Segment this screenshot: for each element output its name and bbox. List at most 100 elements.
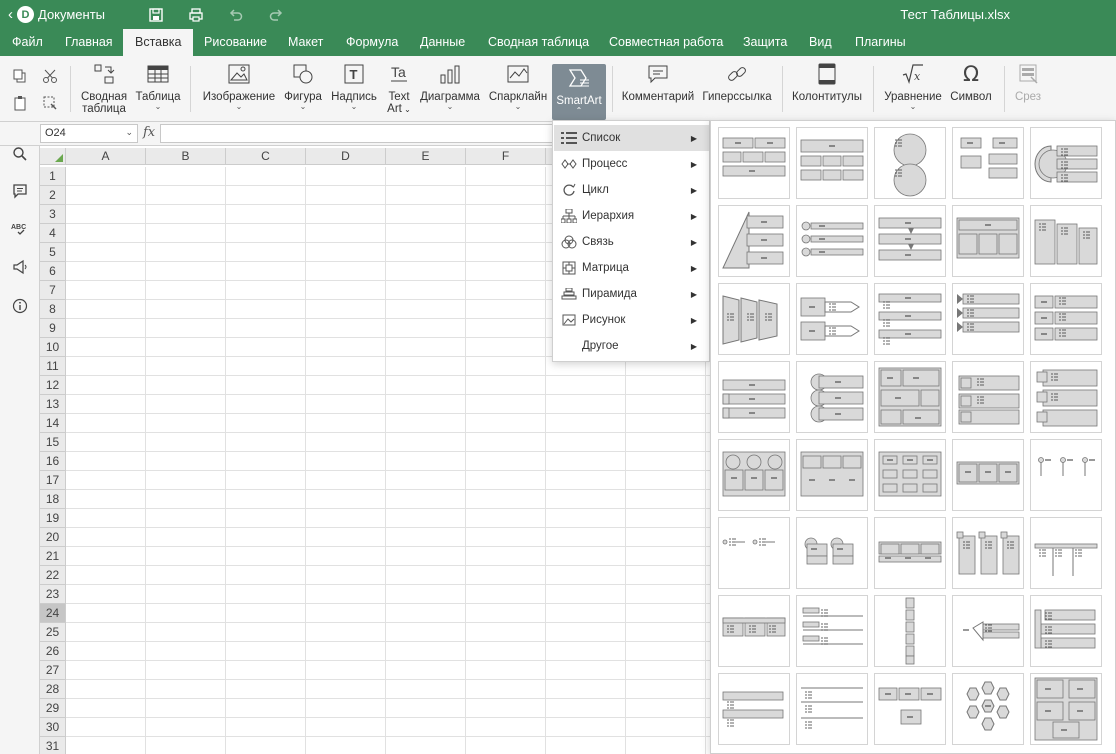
undo-icon[interactable] [226, 5, 246, 25]
row-header[interactable]: 15 [40, 433, 66, 452]
shape-button[interactable]: Фигура ⌄ [281, 62, 325, 118]
smartart-layout-thumbnail[interactable] [874, 517, 946, 589]
column-header[interactable]: C [226, 148, 306, 165]
smartart-layout-thumbnail[interactable] [874, 361, 946, 433]
smartart-layout-thumbnail[interactable] [796, 361, 868, 433]
smartart-menu-item-picture[interactable]: Рисунок ▶ [554, 307, 709, 333]
column-header[interactable]: B [146, 148, 226, 165]
column-header[interactable]: A [66, 148, 146, 165]
row-header[interactable]: 31 [40, 737, 66, 754]
smartart-layout-thumbnail[interactable] [952, 439, 1024, 511]
smartart-layout-thumbnail[interactable] [1030, 439, 1102, 511]
save-icon[interactable] [146, 5, 166, 25]
equation-button[interactable]: x Уравнение ⌄ [882, 62, 944, 118]
smartart-layout-thumbnail[interactable] [952, 205, 1024, 277]
smartart-layout-thumbnail[interactable] [718, 127, 790, 199]
row-header[interactable]: 30 [40, 718, 66, 737]
row-header[interactable]: 22 [40, 566, 66, 585]
row-header[interactable]: 16 [40, 452, 66, 471]
row-header[interactable]: 26 [40, 642, 66, 661]
smartart-layout-thumbnail[interactable] [796, 673, 868, 745]
slicer-button[interactable]: Срез [1010, 62, 1046, 118]
tab-pivot-table[interactable]: Сводная таблица [476, 29, 601, 56]
smartart-menu-item-cycle[interactable]: Цикл ▶ [554, 177, 709, 203]
smartart-layout-thumbnail[interactable] [874, 439, 946, 511]
smartart-layout-thumbnail[interactable] [1030, 205, 1102, 277]
fx-icon[interactable]: fx [143, 125, 155, 140]
smartart-layout-thumbnail[interactable] [718, 673, 790, 745]
textbox-button[interactable]: T Надпись ⌄ [329, 62, 379, 118]
column-header[interactable]: D [306, 148, 386, 165]
comment-button[interactable]: Комментарий [621, 62, 695, 118]
row-header[interactable]: 7 [40, 281, 66, 300]
row-header[interactable]: 3 [40, 205, 66, 224]
smartart-layout-thumbnail[interactable] [952, 127, 1024, 199]
smartart-layout-thumbnail[interactable] [796, 283, 868, 355]
smartart-layout-thumbnail[interactable] [796, 127, 868, 199]
select-all-corner[interactable] [40, 148, 66, 165]
text-art-button[interactable]: Ta Text Art ⌄ [382, 62, 416, 118]
tab-data[interactable]: Данные [408, 29, 477, 56]
smartart-layout-thumbnail[interactable] [874, 283, 946, 355]
smartart-layout-thumbnail[interactable] [1030, 517, 1102, 589]
chevron-down-icon[interactable]: ⌄ [125, 127, 133, 138]
smartart-layout-thumbnail[interactable] [1030, 127, 1102, 199]
tab-formula[interactable]: Формула [334, 29, 410, 56]
header-footer-button[interactable]: Колонтитулы [791, 62, 863, 118]
tab-draw[interactable]: Рисование [192, 29, 279, 56]
smartart-layout-thumbnail[interactable] [1030, 673, 1102, 745]
tab-view[interactable]: Вид [797, 29, 844, 56]
comments-icon[interactable] [9, 180, 31, 202]
row-header[interactable]: 28 [40, 680, 66, 699]
row-header[interactable]: 25 [40, 623, 66, 642]
row-header[interactable]: 21 [40, 547, 66, 566]
smartart-menu-item-hierarchy[interactable]: Иерархия ▶ [554, 203, 709, 229]
back-to-documents-button[interactable]: ‹ D Документы [8, 6, 105, 23]
hyperlink-button[interactable]: Гиперссылка [701, 62, 773, 118]
smartart-layout-thumbnail[interactable] [796, 595, 868, 667]
smartart-layout-thumbnail[interactable] [1030, 595, 1102, 667]
tab-protection[interactable]: Защита [731, 29, 799, 56]
smartart-menu-item-relationship[interactable]: Связь ▶ [554, 229, 709, 255]
row-header[interactable]: 20 [40, 528, 66, 547]
smartart-layout-thumbnail[interactable] [718, 205, 790, 277]
smartart-layout-thumbnail[interactable] [718, 595, 790, 667]
smartart-menu-item-process[interactable]: Процесс ▶ [554, 151, 709, 177]
row-header[interactable]: 18 [40, 490, 66, 509]
symbol-button[interactable]: Ω Символ [949, 62, 993, 118]
pivot-table-button[interactable]: Сводная таблица [78, 62, 130, 118]
select-all-icon[interactable] [39, 92, 61, 114]
tab-plugins[interactable]: Плагины [843, 29, 918, 56]
row-header[interactable]: 23 [40, 585, 66, 604]
smartart-menu-item-pyramid[interactable]: Пирамида ▶ [554, 281, 709, 307]
smartart-layout-thumbnail[interactable] [952, 595, 1024, 667]
paste-icon[interactable] [9, 92, 31, 114]
tab-collaboration[interactable]: Совместная работа [597, 29, 735, 56]
row-header[interactable]: 10 [40, 338, 66, 357]
tab-insert[interactable]: Вставка [123, 29, 194, 56]
row-header[interactable]: 17 [40, 471, 66, 490]
spellcheck-icon[interactable]: ABC [9, 218, 31, 240]
table-button[interactable]: Таблица ⌄ [134, 62, 182, 118]
row-header[interactable]: 8 [40, 300, 66, 319]
smartart-layout-thumbnail[interactable] [952, 283, 1024, 355]
row-header[interactable]: 13 [40, 395, 66, 414]
tab-home[interactable]: Главная [53, 29, 125, 56]
smartart-layout-thumbnail[interactable] [874, 205, 946, 277]
sparkline-button[interactable]: Спарклайн ⌄ [487, 62, 549, 118]
smartart-layout-thumbnail[interactable] [874, 595, 946, 667]
row-header[interactable]: 6 [40, 262, 66, 281]
smartart-layout-thumbnail[interactable] [718, 439, 790, 511]
row-header[interactable]: 4 [40, 224, 66, 243]
row-header[interactable]: 12 [40, 376, 66, 395]
smartart-layout-thumbnail[interactable] [718, 517, 790, 589]
tab-layout[interactable]: Макет [276, 29, 335, 56]
search-icon[interactable] [9, 143, 31, 165]
copy-icon[interactable] [9, 65, 31, 87]
row-header[interactable]: 19 [40, 509, 66, 528]
column-header[interactable]: E [386, 148, 466, 165]
column-header[interactable]: F [466, 148, 546, 165]
feedback-megaphone-icon[interactable] [9, 256, 31, 278]
smartart-layout-thumbnail[interactable] [796, 439, 868, 511]
smartart-layout-thumbnail[interactable] [952, 517, 1024, 589]
